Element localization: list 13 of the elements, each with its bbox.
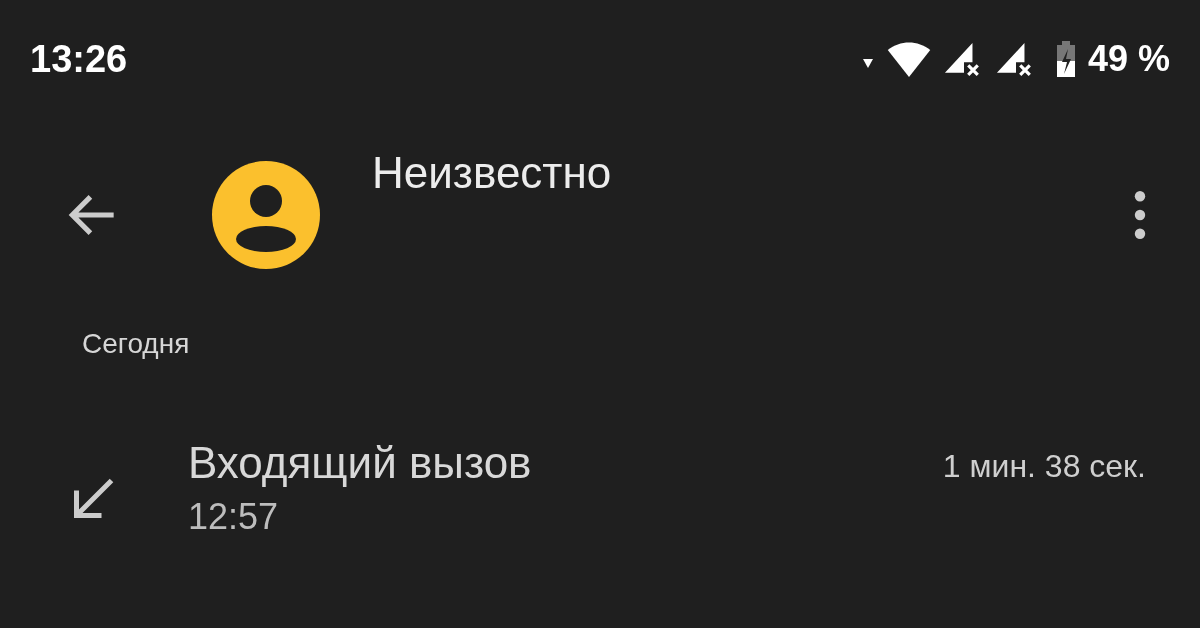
data-arrow-icon [861,57,874,69]
call-type: Входящий вызов [188,438,533,488]
battery-percentage: 49 % [1087,38,1170,80]
wifi-icon [885,40,932,78]
contact-name: Неизвестно [372,148,612,198]
contact-avatar-icon [212,161,320,269]
menu-icon [1133,190,1147,240]
call-entry[interactable]: Входящий вызов 12:57 1 мин. 38 сек. [0,408,1200,538]
section-heading: Сегодня [81,327,191,361]
call-duration: 1 мин. 38 сек. [942,447,1146,485]
clock-time: 13:26 [30,37,128,81]
call-time: 12:57 [188,496,280,538]
battery-charging-icon [1055,40,1076,78]
